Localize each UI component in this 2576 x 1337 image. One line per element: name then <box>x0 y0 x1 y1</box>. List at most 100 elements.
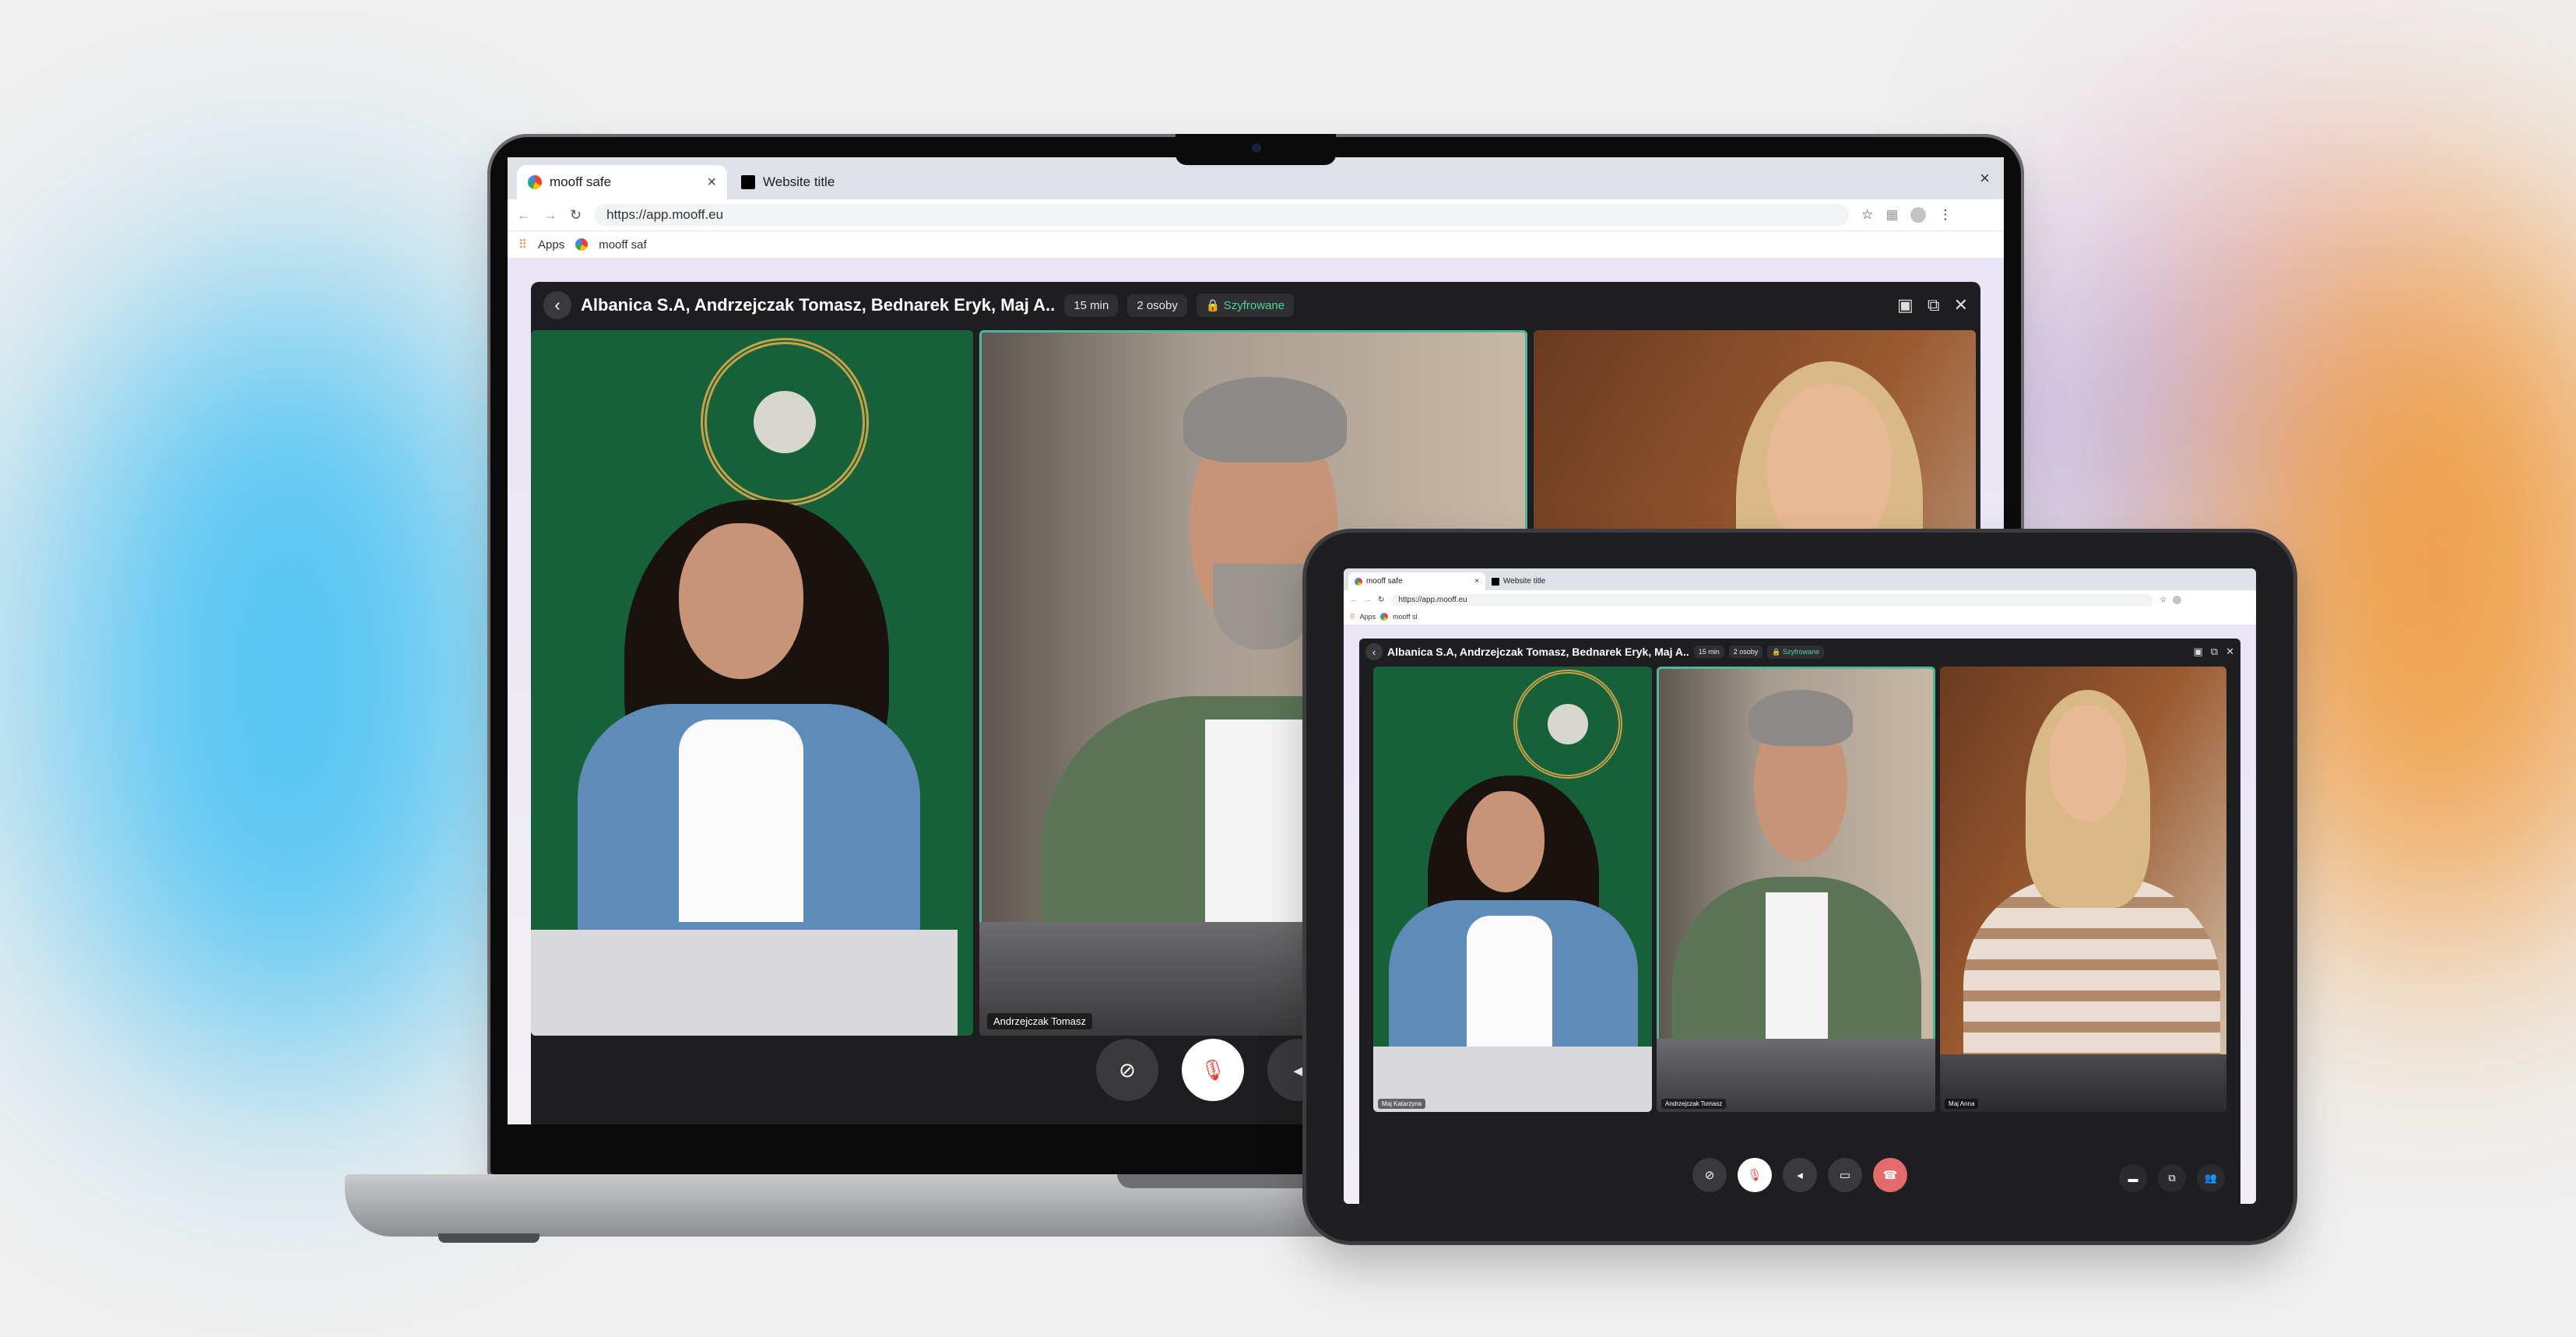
participant-beard <box>1213 564 1314 649</box>
mooff-favicon-icon <box>1380 613 1389 621</box>
menu-icon[interactable]: ⋮ <box>1938 207 1952 223</box>
participant-name-tag: Maj Anna <box>1945 1099 1979 1109</box>
tablet-browser-tab-active[interactable]: mooff safe × <box>1348 572 1485 590</box>
tablet-screen: mooff safe × Website title ← → ↻ https:/… <box>1344 568 2256 1204</box>
mooff-favicon-icon <box>575 238 589 251</box>
duration-badge: 15 min <box>1064 294 1119 317</box>
forward-arrow-icon[interactable]: → <box>1364 596 1372 604</box>
tablet-bookmarks-bar: ⠿ Apps mooff sl <box>1344 609 2256 625</box>
tablet-app-area: ‹ Albanica S.A, Andrzejczak Tomasz, Bedn… <box>1344 625 2256 1204</box>
participant-face <box>2049 705 2128 822</box>
tablet-browser-tab-strip: mooff safe × Website title <box>1344 568 2256 590</box>
close-icon[interactable]: ✕ <box>2226 646 2234 658</box>
profile-avatar[interactable] <box>1910 207 1927 223</box>
bookmark-apps[interactable]: Apps <box>538 238 564 252</box>
camera-off-button[interactable]: ⊘ <box>1692 1158 1727 1192</box>
tablet-browser-tab-second[interactable]: Website title <box>1492 572 1545 590</box>
bookmark-mooff[interactable]: mooff sl <box>1393 613 1417 621</box>
tablet-call-controls: ⊘ 🎙 ◂ ▭ ☎ <box>1359 1146 2240 1204</box>
url-field[interactable]: https://app.mooff.eu <box>594 204 1850 226</box>
apps-grid-icon[interactable]: ⠿ <box>518 237 527 252</box>
call-header: ‹ Albanica S.A, Andrzejczak Tomasz, Bedn… <box>531 282 1980 329</box>
participant-face <box>679 523 803 679</box>
participant-name-tag: Andrzejczak Tomasz <box>1661 1099 1727 1109</box>
encryption-badge: 🔒 Szyfrowane <box>1767 645 1825 659</box>
mooff-favicon-icon <box>1355 577 1362 586</box>
bookmark-mooff[interactable]: mooff saf <box>599 238 646 252</box>
tablet-side-actions: ▬ ⧉ 👥 <box>2119 1164 2225 1192</box>
screen-share-button[interactable]: ▭ <box>1828 1158 1862 1192</box>
mic-button[interactable]: 🎙 <box>1182 1039 1244 1101</box>
tab-close-icon[interactable]: × <box>1474 577 1479 586</box>
encryption-badge: 🔒 Szyfrowane <box>1196 294 1295 317</box>
back-button[interactable]: ‹ <box>543 291 571 319</box>
mooff-favicon-icon <box>528 175 542 189</box>
mic-button[interactable]: 🎙 <box>1738 1158 1772 1192</box>
tab-title: mooff safe <box>1366 577 1403 586</box>
call-title: Albanica S.A, Andrzejczak Tomasz, Bednar… <box>581 295 1056 315</box>
browser-tab-active[interactable]: mooff safe × <box>517 165 727 199</box>
camera-off-button[interactable]: ⊘ <box>1096 1039 1158 1101</box>
profile-avatar[interactable] <box>2173 595 2182 604</box>
mirror-decor <box>701 338 869 506</box>
laptop-foot <box>438 1233 539 1243</box>
picture-in-picture-icon[interactable]: ▣ <box>1897 295 1914 315</box>
window-icon[interactable]: ⧉ <box>2211 646 2218 658</box>
header-actions: ▣ ⧉ ✕ <box>2194 646 2235 658</box>
tab-title: Website title <box>1503 577 1546 586</box>
chat-button[interactable]: ▬ <box>2119 1164 2147 1192</box>
window-close-icon[interactable]: × <box>1980 168 1990 188</box>
tablet-video-tile-1[interactable]: Maj Katarzyna <box>1373 667 1653 1112</box>
picture-in-picture-icon[interactable]: ▣ <box>2194 646 2203 658</box>
tab-close-icon[interactable]: × <box>707 174 716 192</box>
address-bar: ← → ↻ https://app.mooff.eu ☆ ▦ ⋮ <box>508 199 2004 231</box>
tablet-video-tile-3[interactable]: Maj Anna <box>1940 667 2226 1112</box>
back-arrow-icon[interactable]: ← <box>517 207 531 223</box>
participant-name-tag: Maj Katarzyna <box>1378 1099 1426 1109</box>
background-blue-glow <box>47 265 529 1082</box>
encryption-label: Szyfrowane <box>1223 299 1285 312</box>
close-icon[interactable]: ✕ <box>1954 295 1968 315</box>
reload-icon[interactable]: ↻ <box>570 207 582 223</box>
participants-badge: 2 osoby <box>1127 294 1187 317</box>
participant-hair <box>1748 690 1854 746</box>
bookmark-apps[interactable]: Apps <box>1360 613 1376 621</box>
website-favicon-icon <box>1492 577 1499 586</box>
website-favicon-icon <box>741 175 755 189</box>
webcam-icon <box>1252 143 1261 153</box>
tab-title: mooff safe <box>550 174 612 189</box>
copy-button[interactable]: ⧉ <box>2158 1164 2186 1192</box>
participant-hair <box>1183 377 1347 463</box>
header-actions: ▣ ⧉ ✕ <box>1897 295 1968 315</box>
reload-icon[interactable]: ↻ <box>1378 596 1384 604</box>
participant-tshirt <box>679 720 803 922</box>
participant-face <box>1767 385 1892 556</box>
tablet-call-window: ‹ Albanica S.A, Andrzejczak Tomasz, Bedn… <box>1359 639 2240 1204</box>
extension-icon[interactable]: ▦ <box>1885 207 1898 223</box>
browser-tab-second[interactable]: Website title <box>741 165 835 199</box>
tablet-video-tile-2[interactable]: Andrzejczak Tomasz <box>1657 667 1936 1112</box>
back-button[interactable]: ‹ <box>1365 643 1383 660</box>
participant-face <box>1467 791 1545 892</box>
bookmark-star-icon[interactable]: ☆ <box>1861 207 1873 223</box>
call-title: Albanica S.A, Andrzejczak Tomasz, Bednar… <box>1387 646 1689 658</box>
window-icon[interactable]: ⧉ <box>1928 295 1940 315</box>
forward-arrow-icon[interactable]: → <box>543 207 557 223</box>
participant-tshirt <box>1467 916 1552 1056</box>
apps-grid-icon[interactable]: ⠿ <box>1350 613 1355 621</box>
people-button[interactable]: 👥 <box>2197 1164 2225 1192</box>
bookmark-star-icon[interactable]: ☆ <box>2160 596 2167 604</box>
encryption-label: Szyfrowane <box>1783 647 1820 656</box>
laptop-prop <box>1940 1054 2226 1112</box>
url-field[interactable]: https://app.mooff.eu <box>1390 593 2154 606</box>
tablet-video-grid: Maj Katarzyna Andrzejczak Tomasz Maj Ann… <box>1373 667 2226 1112</box>
back-arrow-icon[interactable]: ← <box>1350 596 1358 604</box>
duration-badge: 15 min <box>1693 646 1724 658</box>
speaker-button[interactable]: ◂ <box>1783 1158 1817 1192</box>
participants-badge: 2 osoby <box>1728 646 1763 658</box>
bookmarks-bar: ⠿ Apps mooff saf <box>508 231 2004 259</box>
hangup-button[interactable]: ☎ <box>1873 1158 1907 1192</box>
mirror-decor <box>1513 670 1622 779</box>
video-tile-1[interactable] <box>531 330 973 1036</box>
tab-title: Website title <box>763 174 835 189</box>
